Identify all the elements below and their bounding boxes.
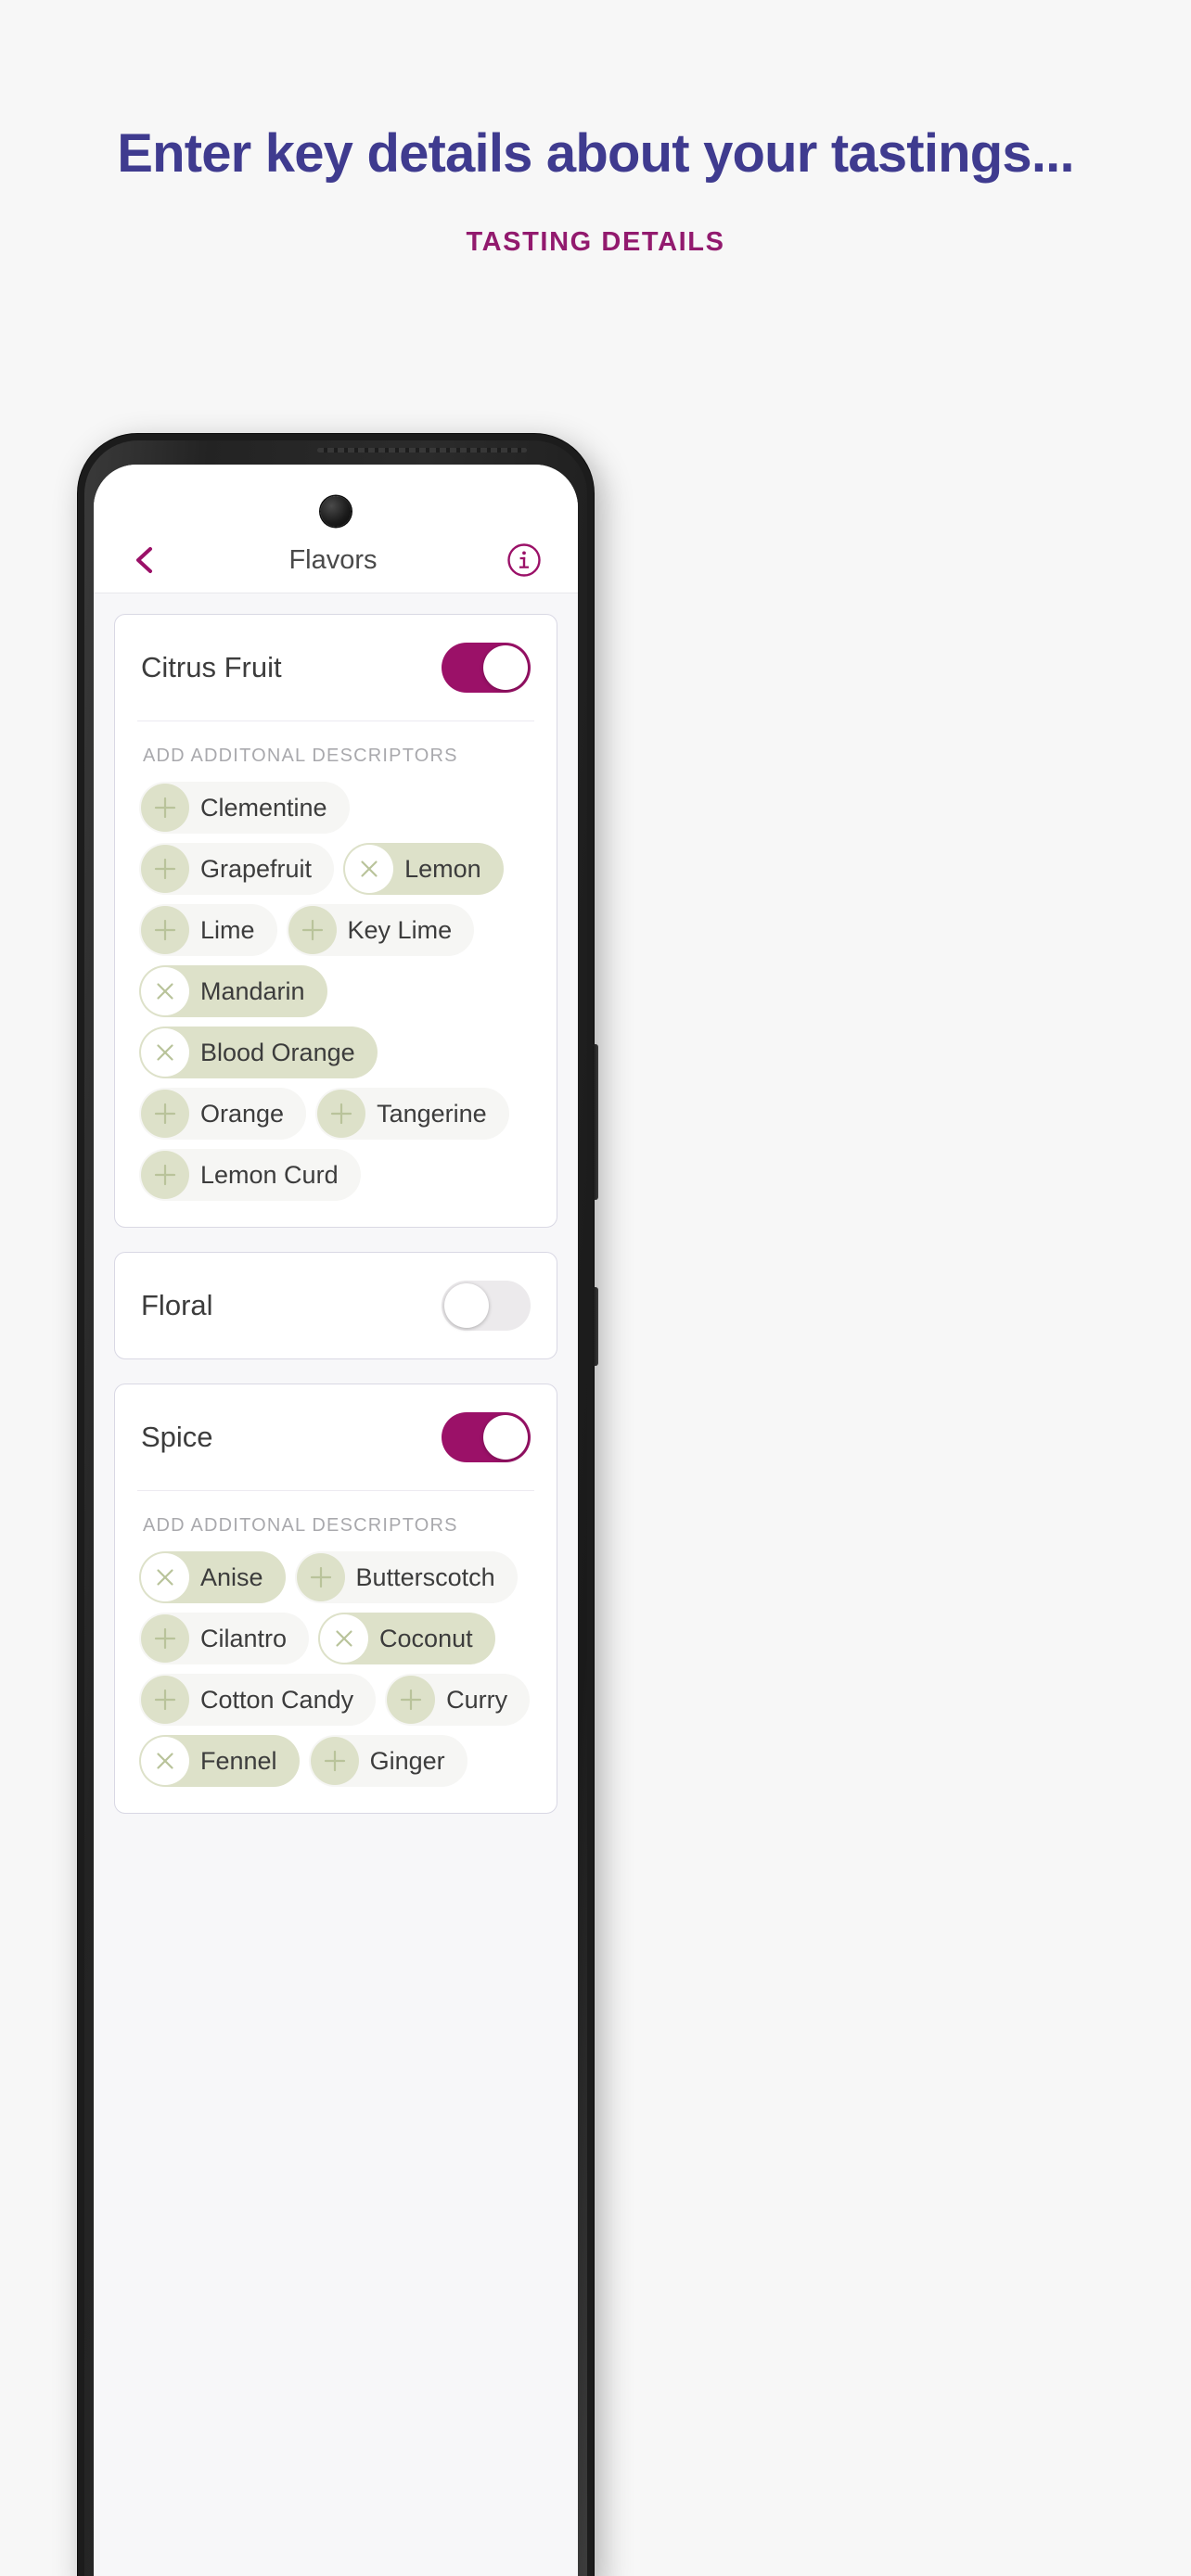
descriptor-chip-label: Anise bbox=[200, 1562, 263, 1591]
descriptors-label: ADD ADDITONAL DESCRIPTORS bbox=[143, 746, 458, 766]
close-icon bbox=[320, 1614, 369, 1663]
descriptor-chip-label: Fennel bbox=[200, 1746, 277, 1775]
plus-icon bbox=[141, 845, 189, 893]
plus-icon bbox=[141, 784, 189, 832]
descriptor-chip[interactable]: Ginger bbox=[308, 1735, 467, 1787]
plus-icon bbox=[141, 1614, 189, 1663]
descriptor-chip-label: Mandarin bbox=[200, 976, 305, 1005]
descriptor-chip[interactable]: Fennel bbox=[139, 1735, 300, 1787]
descriptor-chip-label: Key Lime bbox=[347, 915, 453, 944]
toggle-knob bbox=[444, 1283, 489, 1328]
card-header: Citrus Fruit bbox=[115, 615, 557, 721]
toggle-knob bbox=[483, 1415, 528, 1460]
toggle-floral[interactable] bbox=[442, 1281, 531, 1331]
close-icon bbox=[345, 845, 394, 893]
descriptor-chip[interactable]: Lemon bbox=[343, 843, 504, 895]
phone-mockup: Flavors Citrus Fruit ADD ADDITONAL DESCRI… bbox=[78, 434, 598, 2576]
descriptor-chip-label: Clementine bbox=[200, 793, 327, 822]
close-icon bbox=[141, 1737, 189, 1785]
descriptor-chip-label: Blood Orange bbox=[200, 1038, 355, 1066]
plus-icon bbox=[141, 1676, 189, 1724]
descriptor-chip[interactable]: Clementine bbox=[139, 782, 350, 834]
close-icon bbox=[141, 1553, 189, 1601]
descriptor-chip-label: Curry bbox=[446, 1685, 508, 1714]
promo-title: Enter key details about your tastings... bbox=[117, 123, 1074, 184]
descriptor-chip[interactable]: Cilantro bbox=[139, 1613, 310, 1664]
toggle-spice[interactable] bbox=[442, 1412, 531, 1462]
toggle-citrus-fruit[interactable] bbox=[442, 643, 531, 693]
toggle-knob bbox=[483, 645, 528, 690]
descriptor-chip[interactable]: Anise bbox=[139, 1551, 286, 1603]
descriptor-chip-label: Butterscotch bbox=[355, 1562, 495, 1591]
descriptor-chip-label: Lemon Curd bbox=[200, 1160, 339, 1189]
plus-icon bbox=[141, 1090, 189, 1138]
descriptor-chip-label: Lemon bbox=[404, 854, 481, 883]
descriptor-chip[interactable]: Orange bbox=[139, 1088, 307, 1140]
descriptor-chip-label: Cilantro bbox=[200, 1624, 288, 1652]
descriptor-chip[interactable]: Lime bbox=[139, 904, 277, 956]
descriptor-chip[interactable]: Grapefruit bbox=[139, 843, 335, 895]
flavor-sections-list[interactable]: Citrus Fruit ADD ADDITONAL DESCRIPTORS Cle… bbox=[94, 593, 578, 2576]
plus-icon bbox=[310, 1737, 359, 1785]
plus-icon bbox=[141, 1151, 189, 1199]
power-button[interactable] bbox=[593, 1287, 598, 1366]
card-title: Floral bbox=[141, 1289, 213, 1321]
plus-icon bbox=[141, 906, 189, 954]
descriptor-chip[interactable]: Mandarin bbox=[139, 965, 327, 1017]
phone-screen: Flavors Citrus Fruit ADD ADDITONAL DESCRI… bbox=[94, 465, 578, 2576]
descriptor-chip[interactable]: Coconut bbox=[318, 1613, 495, 1664]
descriptor-chip-label: Lime bbox=[200, 915, 255, 944]
descriptor-chip[interactable]: Lemon Curd bbox=[139, 1149, 361, 1201]
descriptor-chip[interactable]: Cotton Candy bbox=[139, 1674, 377, 1726]
card-title: Spice bbox=[141, 1421, 213, 1453]
descriptor-chip-group: Clementine Grapefruit Lemon Lime Key Lime Man… bbox=[115, 771, 557, 1227]
close-icon bbox=[141, 967, 189, 1015]
info-circle-icon[interactable] bbox=[506, 542, 543, 579]
flavor-card-spice: Spice ADD ADDITONAL DESCRIPTORS Anise Butte… bbox=[114, 1384, 557, 1814]
promo-header: Enter key details about your tastings...… bbox=[0, 0, 1191, 258]
front-camera-icon bbox=[320, 496, 352, 527]
card-header: Spice bbox=[115, 1384, 557, 1490]
flavor-card-floral: Floral bbox=[114, 1252, 557, 1359]
descriptor-chip-label: Cotton Candy bbox=[200, 1685, 354, 1714]
descriptor-chip-label: Grapefruit bbox=[200, 854, 313, 883]
plus-icon bbox=[288, 906, 337, 954]
descriptor-chip-group: Anise Butterscotch Cilantro Coconut Cotton C… bbox=[115, 1540, 557, 1813]
descriptor-chip[interactable]: Key Lime bbox=[286, 904, 475, 956]
back-chevron-icon[interactable] bbox=[129, 544, 160, 576]
screenshot-root: Enter key details about your tastings...… bbox=[0, 0, 1191, 2576]
descriptor-chip-label: Coconut bbox=[379, 1624, 473, 1652]
close-icon bbox=[141, 1028, 189, 1077]
descriptor-chip-label: Tangerine bbox=[377, 1099, 487, 1128]
descriptor-chip[interactable]: Tangerine bbox=[315, 1088, 509, 1140]
promo-subtitle: TASTING DETAILS bbox=[466, 226, 725, 257]
descriptor-chip-label: Orange bbox=[200, 1099, 285, 1128]
app-header: Flavors bbox=[94, 465, 578, 593]
volume-button[interactable] bbox=[593, 1044, 598, 1200]
descriptor-chip[interactable]: Curry bbox=[385, 1674, 531, 1726]
page-title: Flavors bbox=[288, 544, 378, 575]
plus-icon bbox=[296, 1553, 345, 1601]
flavor-card-citrus-fruit: Citrus Fruit ADD ADDITONAL DESCRIPTORS Cle… bbox=[114, 614, 557, 1228]
earpiece-speaker bbox=[317, 448, 527, 453]
card-header: Floral bbox=[115, 1253, 557, 1358]
descriptor-chip-label: Ginger bbox=[369, 1746, 445, 1775]
descriptor-chip[interactable]: Butterscotch bbox=[294, 1551, 518, 1603]
plus-icon bbox=[317, 1090, 366, 1138]
card-title: Citrus Fruit bbox=[141, 651, 282, 683]
descriptors-label: ADD ADDITONAL DESCRIPTORS bbox=[143, 1515, 458, 1536]
plus-icon bbox=[387, 1676, 436, 1724]
descriptor-chip[interactable]: Blood Orange bbox=[139, 1027, 378, 1078]
